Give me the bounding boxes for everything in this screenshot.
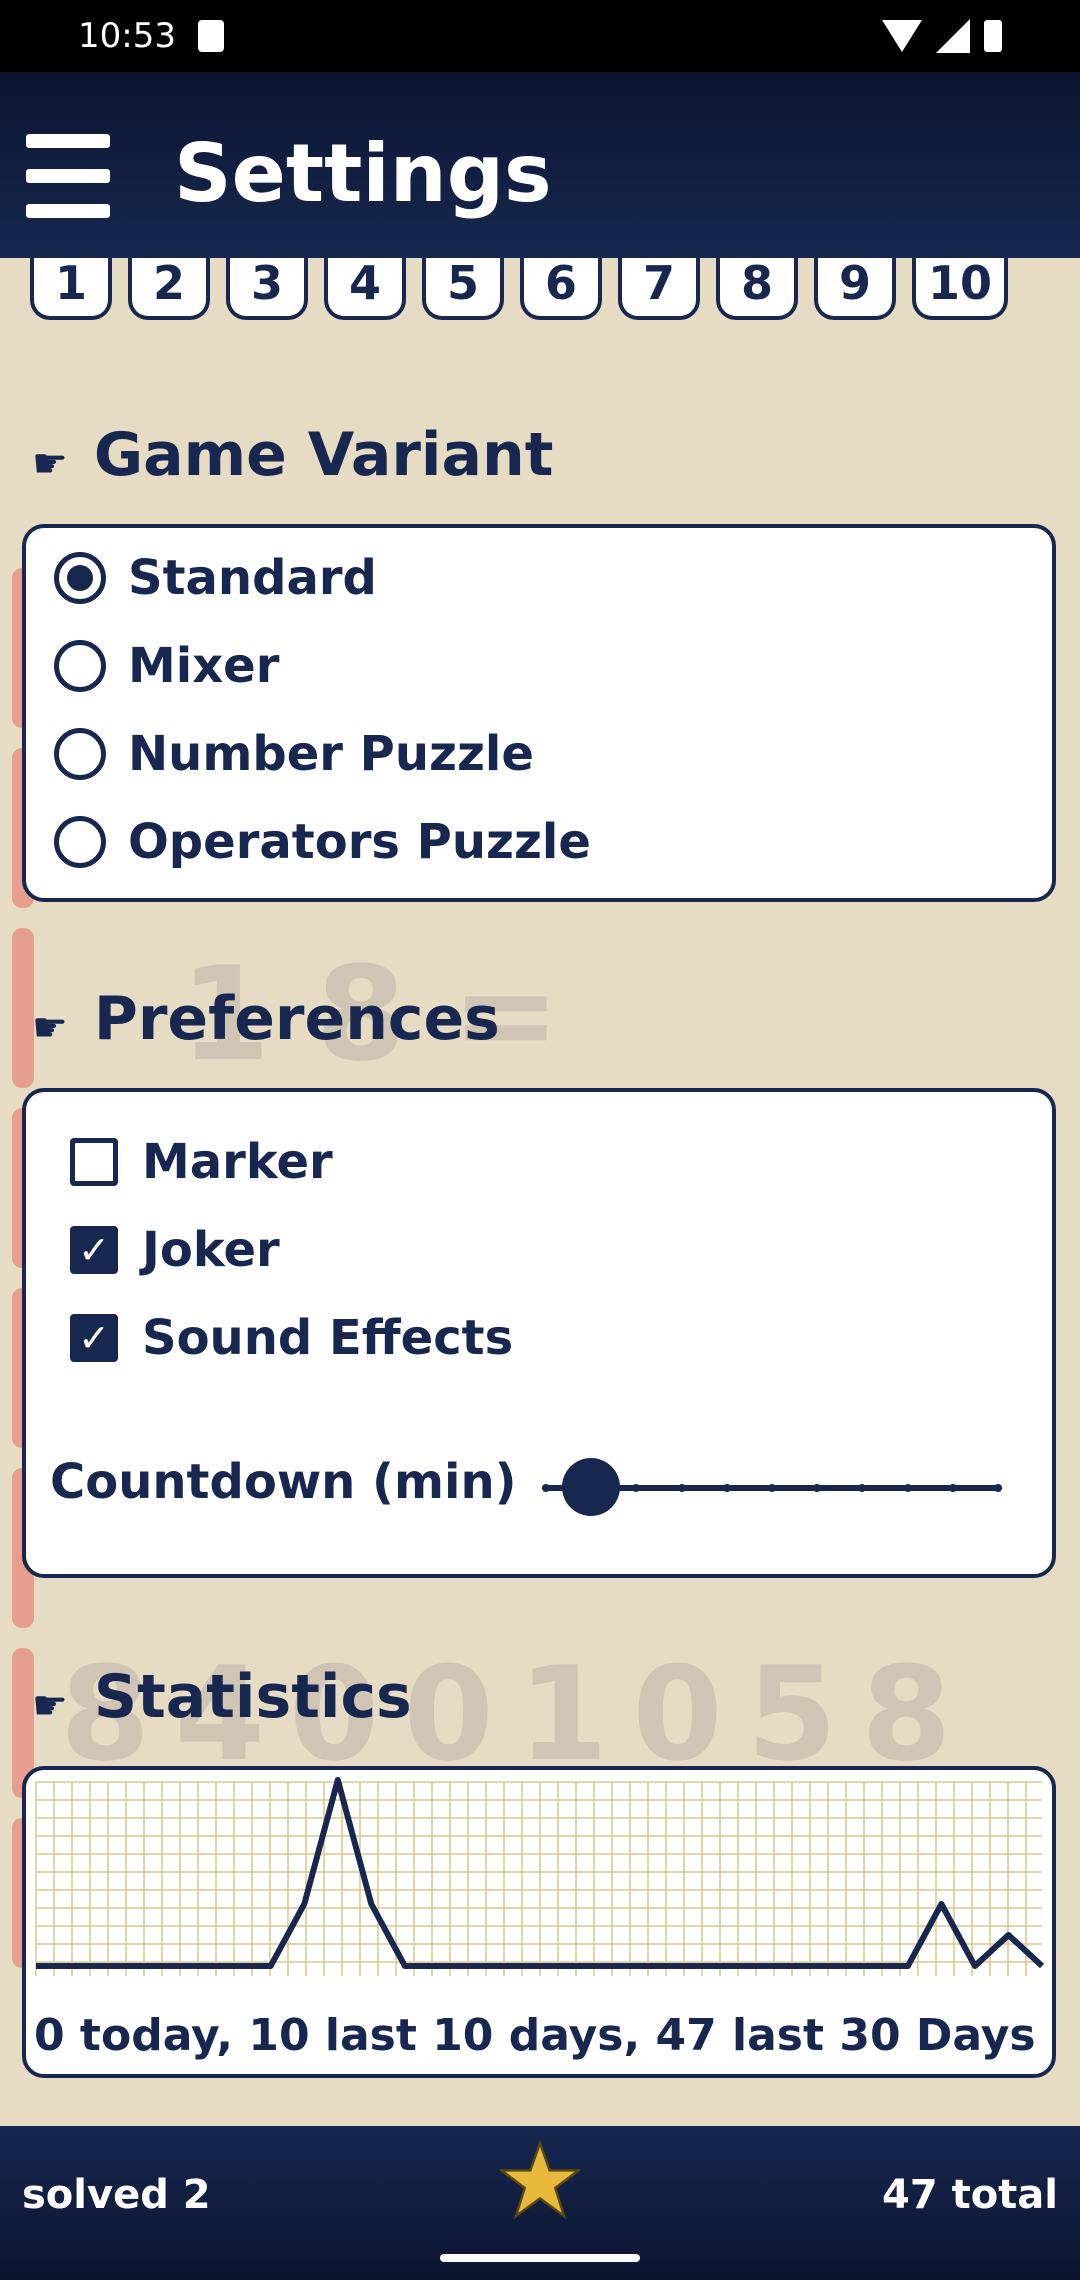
radio-standard[interactable]: Standard [54,550,377,606]
wifi-icon [882,20,922,52]
slider-tick [813,1484,822,1492]
checkbox-marker[interactable]: Marker [70,1134,333,1190]
level-chip[interactable]: 8 [716,258,798,320]
slider-tick [632,1484,641,1492]
game-variant-card: Standard Mixer Number Puzzle Operators P… [22,524,1056,902]
solved-per-day-line [36,1777,1045,1969]
slider-tick [994,1484,1002,1492]
checkbox-indicator[interactable] [70,1138,118,1186]
status-time: 10:53 [78,16,176,56]
total-count: 47 total [881,2172,1058,2218]
level-chip[interactable]: 4 [324,258,406,320]
checkbox-joker[interactable]: ✓ Joker [70,1222,280,1278]
pointing-hand-icon: ☛ [32,1683,68,1729]
settings-content[interactable]: 1 8 = 84001058 1 2 3 4 5 6 7 8 9 10 ☛ Game Varian… [0,258,1080,2126]
radio-indicator[interactable] [54,728,106,780]
level-chip[interactable]: 3 [226,258,308,320]
checkbox-indicator[interactable]: ✓ [70,1314,118,1362]
decor-stripe [12,928,34,1088]
page-title: Settings [174,127,552,220]
radio-mixer[interactable]: Mixer [54,638,279,694]
level-chip[interactable]: 9 [814,258,896,320]
radio-indicator[interactable] [54,552,106,604]
star-icon[interactable] [500,2140,580,2220]
radio-operators-puzzle[interactable]: Operators Puzzle [54,814,591,870]
statistics-caption: 0 today, 10 last 10 days, 47 last 30 Day… [34,2010,1036,2061]
level-chip[interactable]: 1 [30,258,112,320]
countdown-slider[interactable] [542,1458,1002,1516]
slider-tick [542,1484,550,1492]
level-chip[interactable]: 6 [520,258,602,320]
slider-tick [858,1484,867,1492]
checkbox-sound-effects[interactable]: ✓ Sound Effects [70,1310,513,1366]
radio-indicator[interactable] [54,816,106,868]
home-indicator[interactable] [440,2254,640,2262]
level-chip[interactable]: 5 [422,258,504,320]
level-chip[interactable]: 7 [618,258,700,320]
level-chip[interactable]: 2 [128,258,210,320]
level-chip[interactable]: 10 [912,258,1009,320]
checkbox-indicator[interactable]: ✓ [70,1226,118,1274]
pointing-hand-icon: ☛ [32,441,68,487]
statistics-heading: ☛ Statistics [32,1662,412,1732]
slider-tick [722,1484,731,1492]
preferences-card: Marker ✓ Joker ✓ Sound Effects Countdown… [22,1088,1056,1578]
countdown-label: Countdown (min) [50,1454,517,1510]
menu-icon[interactable] [26,134,110,218]
bottom-bar: solved 2 47 total [0,2126,1080,2280]
sd-card-icon [197,20,224,52]
radio-indicator[interactable] [54,640,106,692]
statistics-card: 0 today, 10 last 10 days, 47 last 30 Day… [22,1766,1056,2078]
slider-thumb[interactable] [562,1458,621,1516]
battery-icon [984,20,1002,52]
solved-count: solved 2 [22,2172,211,2218]
status-bar: 10:53 [0,0,1080,72]
level-number-row: 1 2 3 4 5 6 7 8 9 10 [30,258,1009,320]
slider-tick [948,1484,957,1492]
pointing-hand-icon: ☛ [32,1005,68,1051]
signal-icon [936,19,970,53]
slider-tick [768,1484,776,1492]
radio-number-puzzle[interactable]: Number Puzzle [54,726,534,782]
slider-tick [677,1484,686,1492]
slider-tick [903,1484,912,1492]
app-bar: Settings [0,72,1080,258]
game-variant-heading: ☛ Game Variant [32,420,554,490]
statistics-chart [35,1777,1045,1976]
preferences-heading: ☛ Preferences [32,984,500,1054]
